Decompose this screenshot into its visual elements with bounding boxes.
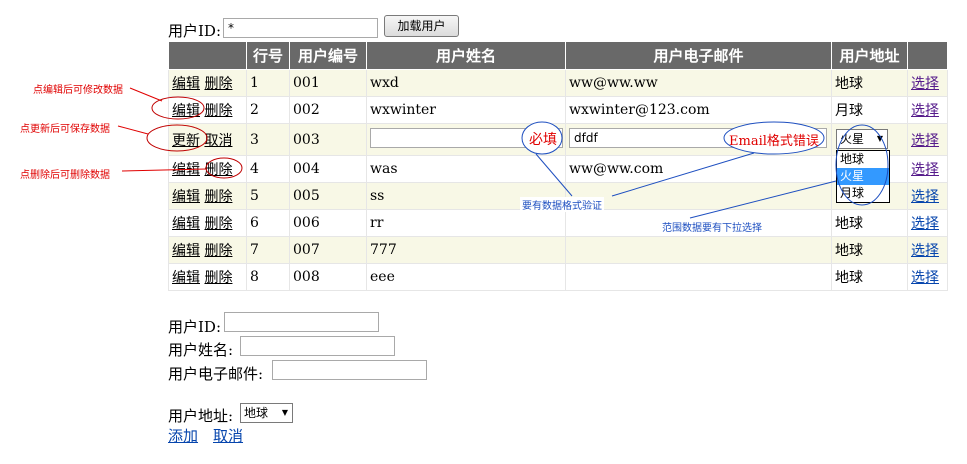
form-address-select-value: 地球: [244, 406, 269, 420]
form-userid-input[interactable]: [224, 312, 379, 332]
update-annotation: 点更新后可保存数据: [20, 124, 110, 135]
delete-note-line: [121, 168, 207, 172]
required-pointer-line: [535, 153, 573, 197]
cancel-link[interactable]: 取消: [213, 425, 243, 446]
form-email-label: 用户电子邮件:: [168, 365, 264, 383]
chevron-down-icon: ▼: [281, 408, 288, 417]
form-address-label: 用户地址:: [168, 407, 234, 425]
form-name-label: 用户姓名:: [168, 341, 234, 359]
required-annotation: 必填: [529, 132, 557, 148]
form-email-input[interactable]: [272, 360, 427, 380]
dropdown-ellipse: [835, 124, 889, 206]
add-link[interactable]: 添加: [168, 425, 198, 446]
edit-annotation: 点编辑后可修改数据: [33, 85, 123, 96]
annotation-overlay: [117, 87, 889, 219]
delete-ellipse: [205, 157, 243, 179]
edit-ellipse: [151, 96, 205, 120]
edit-note-line: [129, 87, 163, 102]
update-note-line: [117, 125, 149, 135]
form-address-select[interactable]: 地球 ▼: [240, 403, 293, 423]
dropdown-pointer-line: [689, 180, 837, 219]
update-ellipse: [146, 124, 208, 152]
email-pointer-line: [611, 152, 755, 197]
form-userid-label: 用户ID:: [168, 318, 222, 336]
format-validate-annotation: 要有数据格式验证: [520, 197, 604, 212]
email-error-annotation: Email格式错误: [729, 134, 819, 149]
delete-annotation: 点删除后可删除数据: [20, 170, 110, 181]
form-name-input[interactable]: [240, 336, 395, 356]
range-dropdown-annotation: 范围数据要有下拉选择: [662, 223, 762, 234]
